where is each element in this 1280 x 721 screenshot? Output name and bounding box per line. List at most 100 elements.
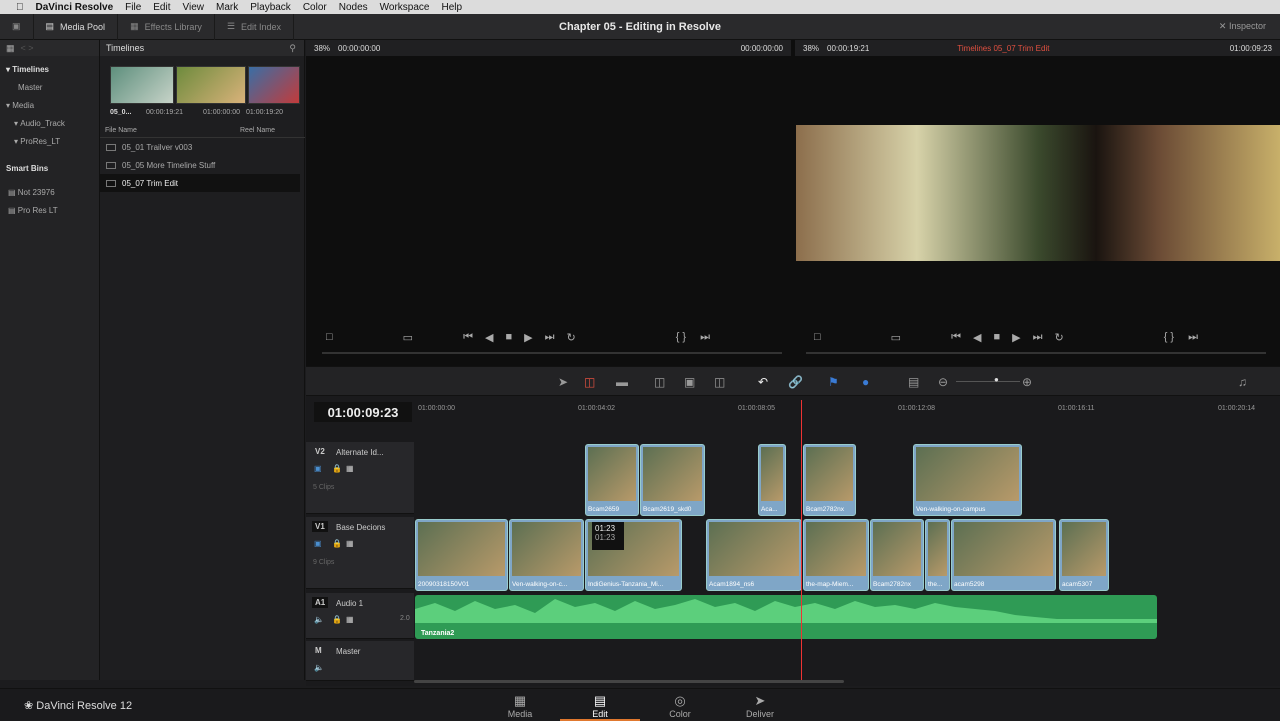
- skip-back-icon[interactable]: ⏮: [463, 331, 473, 344]
- source-scrubber[interactable]: [322, 352, 782, 354]
- timeline-view-options-icon[interactable]: ▤: [908, 375, 919, 389]
- menu-color[interactable]: Color: [297, 2, 333, 13]
- timeline-scrollbar[interactable]: [414, 680, 844, 683]
- zoom-slider-handle[interactable]: ●: [994, 375, 999, 384]
- mark-in-out-icon[interactable]: { }: [676, 331, 686, 343]
- next-edit-icon[interactable]: ⏭: [1188, 331, 1198, 344]
- viewer-mode-icon[interactable]: □: [326, 331, 333, 343]
- clip[interactable]: the...: [925, 519, 950, 591]
- speaker-icon[interactable]: 🔈: [314, 663, 324, 672]
- col-reel-name[interactable]: Reel Name: [240, 127, 275, 134]
- thumbnail-1[interactable]: [110, 66, 174, 104]
- page-tab-media[interactable]: ▦ Media: [480, 693, 560, 719]
- lock-icon[interactable]: 🔒: [332, 464, 342, 473]
- track-header-v2[interactable]: V2 Alternate Id... ▣ 🔒 ▦ 5 Clips: [306, 442, 414, 514]
- media-pool-button[interactable]: ▤ Media Pool: [34, 13, 119, 40]
- track-header-master[interactable]: M Master 🔈: [306, 641, 414, 681]
- track-toggle-icon[interactable]: ▣: [314, 464, 322, 473]
- mark-in-out-icon[interactable]: { }: [1164, 331, 1174, 343]
- effects-library-button[interactable]: ▦ Effects Library: [118, 13, 215, 40]
- menu-view[interactable]: View: [177, 2, 211, 13]
- zoom-in-icon[interactable]: ⊕: [1022, 375, 1032, 389]
- snapping-icon[interactable]: ↶: [758, 375, 768, 389]
- loop-icon[interactable]: ↻: [1054, 331, 1063, 344]
- blade-tool-icon[interactable]: ▬: [616, 375, 628, 389]
- play-reverse-icon[interactable]: ◀: [485, 331, 493, 344]
- app-menu[interactable]: DaVinci Resolve: [30, 2, 120, 13]
- inspector-button[interactable]: ✕ Inspector: [1219, 21, 1266, 32]
- menu-file[interactable]: File: [119, 2, 147, 13]
- edit-index-button[interactable]: ☰ Edit Index: [215, 13, 295, 40]
- linked-selection-icon[interactable]: 🔗: [788, 375, 803, 389]
- audio-clip[interactable]: Tanzania2: [415, 595, 1157, 639]
- auto-select-icon[interactable]: ▦: [346, 464, 354, 473]
- timeline-name-dropdown[interactable]: Timelines 05_07 Trim Edit: [957, 44, 1049, 53]
- skip-forward-icon[interactable]: ⏭: [1033, 331, 1043, 344]
- zoom-out-icon[interactable]: ⊖: [938, 375, 948, 389]
- page-tab-deliver[interactable]: ➤ Deliver: [720, 693, 800, 719]
- source-zoom[interactable]: 38%: [314, 44, 330, 53]
- audio-meter-icon[interactable]: ♫: [1238, 375, 1247, 389]
- bin-prores-lt[interactable]: ▾ ProRes_LT: [0, 132, 99, 150]
- track-toggle-icon[interactable]: ▣: [314, 539, 322, 548]
- page-tab-color[interactable]: ◎ Color: [640, 693, 720, 719]
- viewer-mode-icon[interactable]: □: [814, 331, 821, 343]
- clip[interactable]: Acam1894_ns6: [706, 519, 802, 591]
- clip[interactable]: Bcam2659: [585, 444, 639, 516]
- next-edit-icon[interactable]: ⏭: [700, 331, 710, 344]
- menu-nodes[interactable]: Nodes: [333, 2, 374, 13]
- timeline-scrubber[interactable]: [806, 352, 1266, 354]
- trim-tool-icon[interactable]: ◫: [584, 375, 595, 389]
- col-file-name[interactable]: File Name: [100, 127, 240, 134]
- play-icon[interactable]: ▶: [1012, 331, 1020, 344]
- flag-icon[interactable]: ⚑: [828, 375, 839, 389]
- clip[interactable]: Ven-walking-on-campus: [913, 444, 1022, 516]
- menu-edit[interactable]: Edit: [147, 2, 176, 13]
- file-row[interactable]: 05_05 More Timeline Stuff: [100, 156, 300, 174]
- bin-master[interactable]: Master: [0, 78, 99, 96]
- file-row-selected[interactable]: 05_07 Trim Edit: [100, 174, 300, 192]
- zoom-slider[interactable]: [956, 381, 1020, 382]
- thumbnail-2[interactable]: [176, 66, 246, 104]
- auto-select-icon[interactable]: ▦: [346, 615, 354, 624]
- marker-icon[interactable]: ●: [862, 375, 869, 389]
- lock-icon[interactable]: 🔒: [332, 615, 342, 624]
- file-row[interactable]: 05_01 Trailver v003: [100, 138, 300, 156]
- auto-select-icon[interactable]: ▦: [346, 539, 354, 548]
- track-header-a1[interactable]: A1 Audio 1 🔈 🔒 ▦ 2.0: [306, 593, 414, 639]
- menu-workspace[interactable]: Workspace: [374, 2, 436, 13]
- bin-timelines[interactable]: ▾ Timelines: [0, 60, 99, 78]
- clip[interactable]: the-map-Miem...: [803, 519, 869, 591]
- match-frame-icon[interactable]: ▭: [403, 331, 413, 344]
- play-reverse-icon[interactable]: ◀: [973, 331, 981, 344]
- clip[interactable]: Bcam2619_skd0: [640, 444, 705, 516]
- clip[interactable]: Bcam2782nx: [870, 519, 924, 591]
- menu-mark[interactable]: Mark: [210, 2, 244, 13]
- lock-icon[interactable]: 🔒: [332, 539, 342, 548]
- search-icon[interactable]: ⚲: [289, 43, 296, 54]
- clip[interactable]: acam5307: [1059, 519, 1109, 591]
- stop-icon[interactable]: ■: [505, 331, 512, 343]
- clip[interactable]: Aca...: [758, 444, 786, 516]
- menu-help[interactable]: Help: [435, 2, 468, 13]
- list-view-icon[interactable]: ▦: [6, 43, 15, 54]
- match-frame-icon[interactable]: ▭: [891, 331, 901, 344]
- bin-media[interactable]: ▾ Media: [0, 96, 99, 114]
- play-icon[interactable]: ▶: [524, 331, 532, 344]
- thumbnail-3[interactable]: [248, 66, 300, 104]
- overwrite-clip-icon[interactable]: ▣: [684, 375, 695, 389]
- skip-back-icon[interactable]: ⏮: [951, 331, 961, 344]
- speaker-icon[interactable]: 🔈: [314, 615, 324, 624]
- apple-menu-icon[interactable]: : [10, 2, 30, 13]
- selection-tool-icon[interactable]: ➤: [558, 375, 568, 389]
- layout-toggle-button[interactable]: ▣: [0, 13, 34, 40]
- clip[interactable]: 20090318150V01: [415, 519, 508, 591]
- track-header-v1[interactable]: V1 Base Decions ▣ 🔒 ▦ 9 Clips: [306, 517, 414, 589]
- clip[interactable]: Ven-walking-on-c...: [509, 519, 584, 591]
- stop-icon[interactable]: ■: [993, 331, 1000, 343]
- bin-audio-track[interactable]: ▾ Audio_Track: [0, 114, 99, 132]
- skip-forward-icon[interactable]: ⏭: [545, 331, 555, 344]
- smart-bin-item[interactable]: ▤ Pro Res LT: [0, 201, 99, 219]
- timeline-zoom[interactable]: 38%: [803, 44, 819, 53]
- clip[interactable]: Bcam2782nx: [803, 444, 856, 516]
